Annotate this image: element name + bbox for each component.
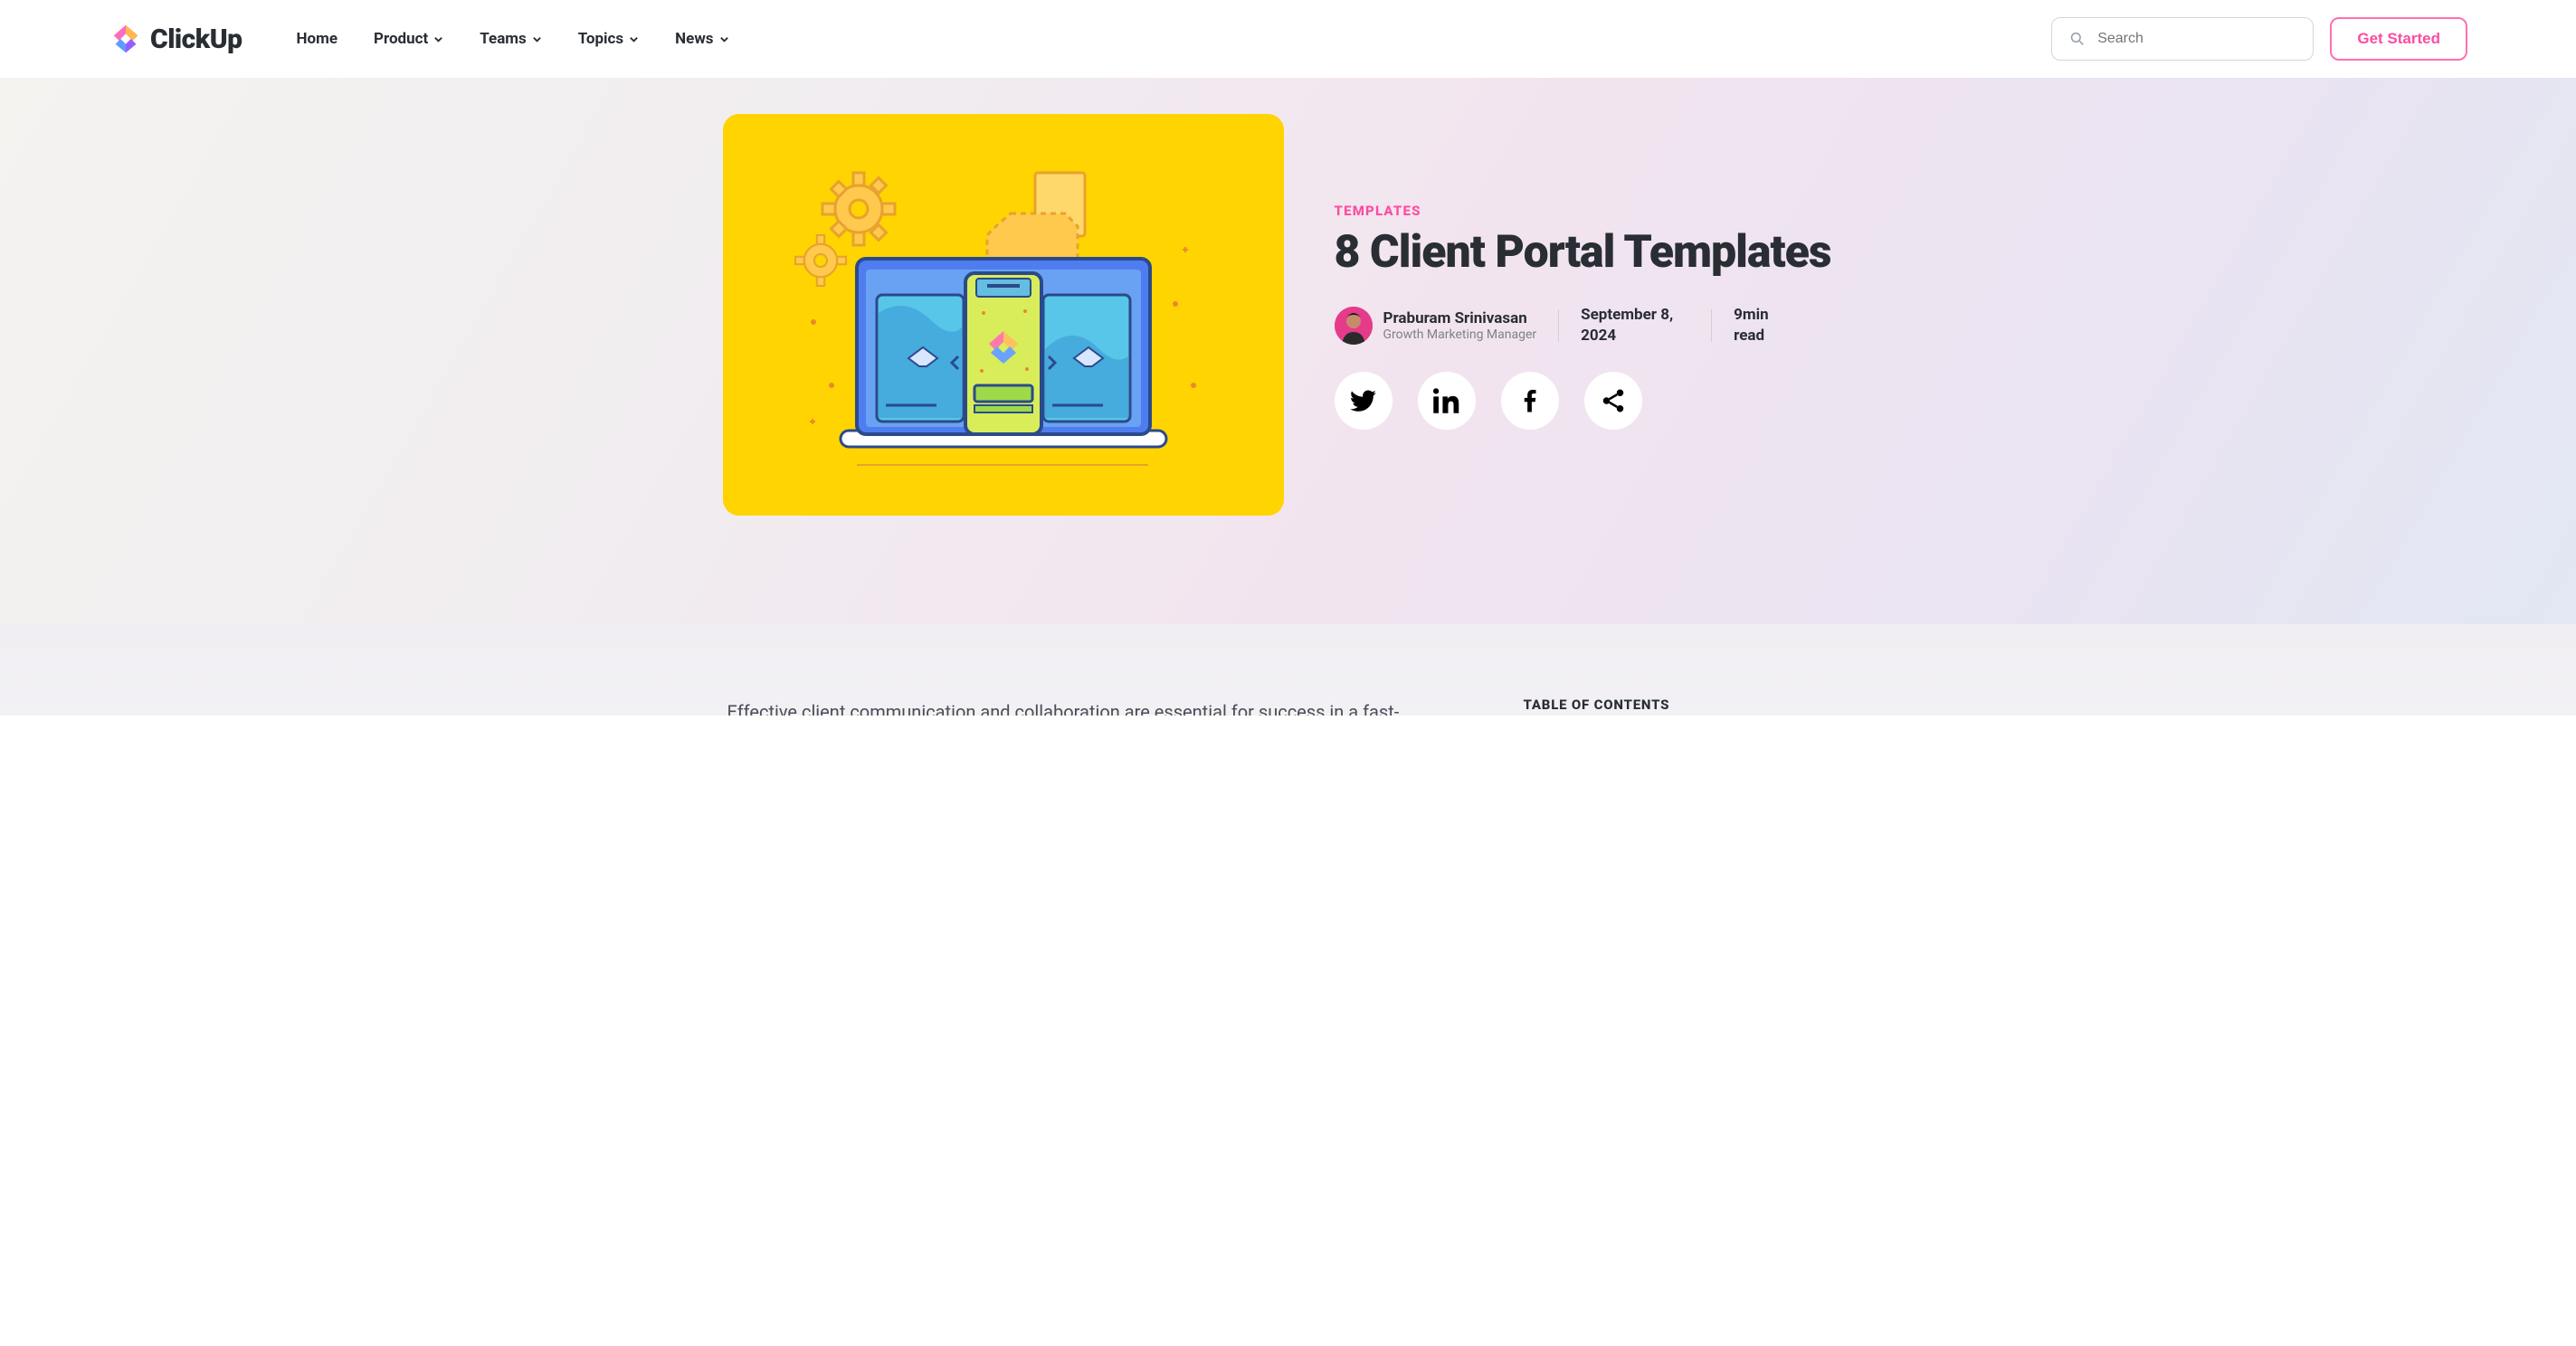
share-linkedin-button[interactable] — [1418, 372, 1476, 430]
nav-label: Product — [374, 30, 428, 48]
chevron-down-icon — [532, 34, 542, 44]
toc-title: TABLE OF CONTENTS — [1524, 697, 1849, 713]
logo-text: ClickUp — [150, 24, 242, 55]
site-header: ClickUp Home Product Teams Topics News — [0, 0, 2576, 78]
linkedin-icon — [1433, 387, 1460, 414]
search-input[interactable] — [2097, 31, 2295, 47]
share-facebook-button[interactable] — [1501, 372, 1559, 430]
table-of-contents: TABLE OF CONTENTS What Are Client Portal… — [1524, 697, 1849, 716]
logo[interactable]: ClickUp — [109, 22, 242, 56]
article-body-section: Effective client communication and colla… — [0, 624, 2576, 716]
header-left: ClickUp Home Product Teams Topics News — [109, 22, 729, 56]
hero-content: TEMPLATES 8 Client Portal Templates Prab… — [1335, 114, 1854, 430]
nav-label: News — [675, 30, 713, 48]
search-icon — [2070, 31, 2085, 47]
share-icon — [1600, 387, 1627, 414]
paragraph: Effective client communication and colla… — [727, 697, 1433, 716]
share-twitter-button[interactable] — [1335, 372, 1393, 430]
article-title: 8 Client Portal Templates — [1335, 228, 1854, 278]
search-box[interactable] — [2051, 17, 2314, 61]
read-time: 9min read — [1734, 305, 1797, 346]
chevron-down-icon — [719, 34, 729, 44]
hero-image — [723, 114, 1284, 516]
article-meta: Praburam Srinivasan Growth Marketing Man… — [1335, 305, 1854, 346]
nav-product[interactable]: Product — [374, 30, 443, 48]
author-role: Growth Marketing Manager — [1383, 327, 1537, 342]
share-generic-button[interactable] — [1584, 372, 1642, 430]
chevron-down-icon — [629, 34, 639, 44]
header-right: Get Started — [2051, 17, 2467, 61]
nav-topics[interactable]: Topics — [578, 30, 639, 48]
logo-icon — [109, 22, 143, 56]
twitter-icon — [1350, 387, 1377, 414]
divider — [1558, 309, 1559, 342]
nav-label: Teams — [480, 30, 527, 48]
nav-news[interactable]: News — [675, 30, 728, 48]
author-name: Praburam Srinivasan — [1383, 309, 1537, 327]
get-started-button[interactable]: Get Started — [2330, 17, 2467, 61]
divider — [1711, 309, 1712, 342]
category-label[interactable]: TEMPLATES — [1335, 203, 1854, 219]
nav-label: Home — [297, 30, 338, 48]
author-avatar — [1335, 307, 1373, 345]
nav-label: Topics — [578, 30, 623, 48]
share-row — [1335, 372, 1854, 430]
chevron-down-icon — [433, 34, 443, 44]
hero-section: TEMPLATES 8 Client Portal Templates Prab… — [0, 78, 2576, 624]
facebook-icon — [1516, 387, 1544, 414]
nav-teams[interactable]: Teams — [480, 30, 542, 48]
main-nav: Home Product Teams Topics News — [297, 30, 729, 48]
publish-date: September 8, 2024 — [1581, 305, 1689, 346]
author-block[interactable]: Praburam Srinivasan Growth Marketing Man… — [1335, 307, 1537, 345]
article-text: Effective client communication and colla… — [727, 697, 1433, 716]
nav-home[interactable]: Home — [297, 30, 338, 48]
